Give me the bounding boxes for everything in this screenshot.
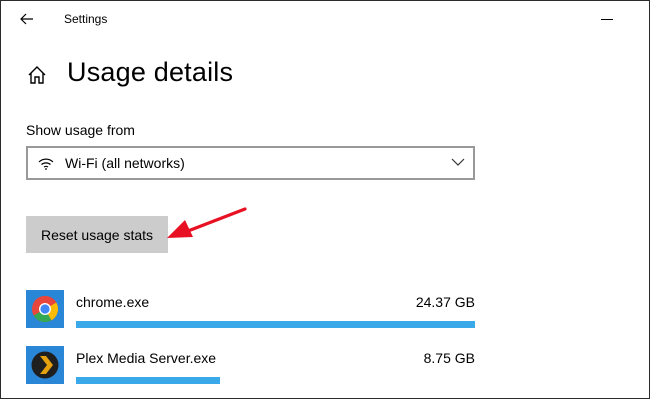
title-bar: Settings xyxy=(1,1,649,39)
chevron-down-icon xyxy=(451,158,465,166)
app-data-usage: 24.37 GB xyxy=(415,294,475,310)
show-usage-label: Show usage from xyxy=(26,122,135,138)
app-name: Plex Media Server.exe xyxy=(76,350,217,366)
plex-icon xyxy=(26,346,64,384)
app-name: chrome.exe xyxy=(76,294,150,310)
back-arrow-icon xyxy=(20,13,33,25)
dropdown-selected-value: Wi-Fi (all networks) xyxy=(65,155,185,171)
minimize-button[interactable] xyxy=(587,7,627,33)
app-usage-row-chrome[interactable]: chrome.exe 24.37 GB xyxy=(26,290,476,338)
annotation-arrow-icon xyxy=(167,207,247,238)
usage-bar-track xyxy=(76,321,475,328)
minimize-icon xyxy=(601,19,613,20)
window-title: Settings xyxy=(64,12,108,26)
usage-bar-track xyxy=(76,377,475,384)
app-usage-row-plex[interactable]: Plex Media Server.exe 8.75 GB xyxy=(26,346,476,394)
settings-window: Settings Usage details Show usage from W… xyxy=(0,0,650,399)
wifi-icon xyxy=(38,158,54,170)
usage-bar xyxy=(76,377,220,384)
page-title: Usage details xyxy=(67,57,234,87)
chrome-icon xyxy=(26,290,64,328)
home-icon[interactable] xyxy=(26,64,48,86)
network-dropdown[interactable]: Wi-Fi (all networks) xyxy=(26,146,475,180)
back-button[interactable] xyxy=(13,7,41,31)
reset-usage-stats-button[interactable]: Reset usage stats xyxy=(26,216,168,253)
app-data-usage: 8.75 GB xyxy=(423,350,475,366)
usage-bar xyxy=(76,321,475,328)
